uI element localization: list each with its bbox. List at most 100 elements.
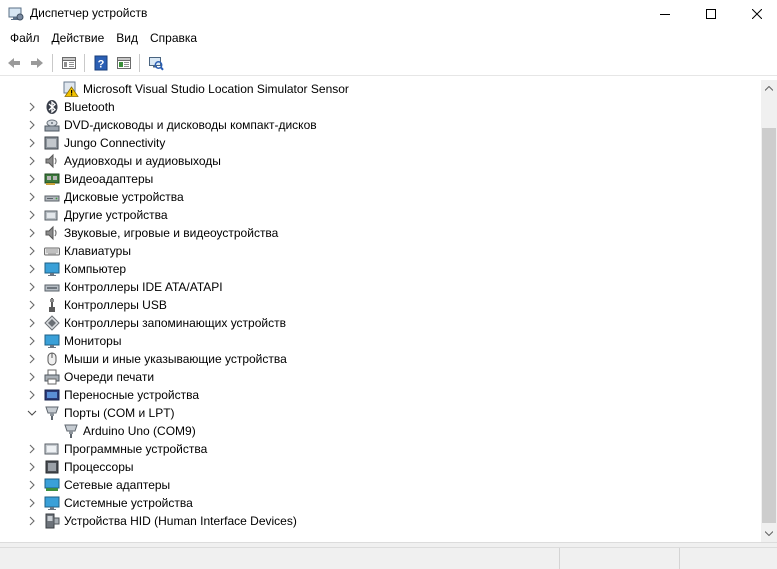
device-manager-icon (8, 6, 24, 22)
tree-category[interactable]: DVD-дисководы и дисководы компакт-дисков (0, 116, 761, 134)
hid-icon (44, 513, 60, 529)
back-button[interactable] (2, 52, 25, 74)
tree-category[interactable]: Звуковые, игровые и видеоустройства (0, 224, 761, 242)
tree-category[interactable]: Контроллеры запоминающих устройств (0, 314, 761, 332)
tree-category[interactable]: Устройства HID (Human Interface Devices) (0, 512, 761, 530)
tree-item-label: Bluetooth (64, 100, 115, 114)
tree-item-label: Microsoft Visual Studio Location Simulat… (83, 82, 349, 96)
device-tree: Microsoft Visual Studio Location Simulat… (0, 80, 761, 542)
chevron-right-icon (29, 498, 35, 508)
chevron-right-icon (29, 228, 35, 238)
expand-toggle[interactable] (26, 116, 38, 134)
update-driver-button[interactable] (112, 52, 135, 74)
tree-item-label: Jungo Connectivity (64, 136, 166, 150)
tree-item-label: Системные устройства (64, 496, 193, 510)
expand-toggle[interactable] (26, 440, 38, 458)
chevron-right-icon (29, 480, 35, 490)
expand-toggle[interactable] (26, 314, 38, 332)
expand-toggle[interactable] (26, 188, 38, 206)
expand-toggle[interactable] (26, 170, 38, 188)
minimize-button[interactable] (642, 0, 688, 28)
expand-toggle[interactable] (26, 494, 38, 512)
expand-toggle[interactable] (26, 134, 38, 152)
menu-view[interactable]: Вид (110, 28, 144, 49)
forward-button[interactable] (25, 52, 48, 74)
tree-category[interactable]: Компьютер (0, 260, 761, 278)
expand-toggle[interactable] (26, 206, 38, 224)
usb-icon (44, 297, 60, 313)
tree-category[interactable]: Клавиатуры (0, 242, 761, 260)
tree-category[interactable]: Переносные устройства (0, 386, 761, 404)
expand-toggle[interactable] (26, 458, 38, 476)
expand-toggle[interactable] (26, 386, 38, 404)
tree-category[interactable]: Очереди печати (0, 368, 761, 386)
expand-toggle[interactable] (26, 152, 38, 170)
expand-toggle[interactable] (26, 278, 38, 296)
menu-action[interactable]: Действие (46, 28, 111, 49)
tree-category[interactable]: Порты (COM и LPT) (0, 404, 761, 422)
chevron-right-icon (29, 516, 35, 526)
tree-category[interactable]: Мыши и иные указывающие устройства (0, 350, 761, 368)
chevron-right-icon (29, 444, 35, 454)
scroll-up-button[interactable] (761, 80, 777, 97)
maximize-button[interactable] (688, 0, 734, 28)
maximize-icon (706, 9, 716, 19)
expand-toggle[interactable] (26, 260, 38, 278)
tree-device[interactable]: Microsoft Visual Studio Location Simulat… (0, 80, 761, 98)
help-button[interactable]: ? (89, 52, 112, 74)
tree-category[interactable]: Контроллеры IDE ATA/ATAPI (0, 278, 761, 296)
tree-item-label: Порты (COM и LPT) (64, 406, 175, 420)
tree-category[interactable]: Мониторы (0, 332, 761, 350)
toolbar-separator (84, 53, 85, 72)
expand-toggle[interactable] (26, 332, 38, 350)
expand-toggle[interactable] (26, 476, 38, 494)
collapse-toggle[interactable] (26, 404, 38, 422)
expand-toggle[interactable] (26, 224, 38, 242)
tree-category[interactable]: Видеоадаптеры (0, 170, 761, 188)
tree-item-label: Другие устройства (64, 208, 168, 222)
tree-category[interactable]: Другие устройства (0, 206, 761, 224)
tree-category[interactable]: Jungo Connectivity (0, 134, 761, 152)
menu-help[interactable]: Справка (144, 28, 203, 49)
tree-category[interactable]: Сетевые адаптеры (0, 476, 761, 494)
scroll-thumb[interactable] (762, 128, 776, 523)
tree-item-label: Видеоадаптеры (64, 172, 154, 186)
menu-file[interactable]: Файл (4, 28, 46, 49)
keyboard-icon (44, 243, 60, 259)
tree-item-label: Компьютер (64, 262, 127, 276)
computer-icon (44, 261, 60, 277)
tree-category[interactable]: Системные устройства (0, 494, 761, 512)
close-button[interactable] (734, 0, 777, 28)
expand-toggle[interactable] (26, 296, 38, 314)
vertical-scrollbar[interactable] (761, 80, 777, 542)
scan-hardware-button[interactable] (144, 52, 167, 74)
processor-icon (44, 459, 60, 475)
tree-device[interactable]: Arduino Uno (COM9) (0, 422, 761, 440)
tree-category[interactable]: Программные устройства (0, 440, 761, 458)
expand-toggle[interactable] (26, 368, 38, 386)
chevron-right-icon (29, 156, 35, 166)
portable-device-icon (44, 387, 60, 403)
software-device-icon (44, 441, 60, 457)
tree-category[interactable]: Процессоры (0, 458, 761, 476)
scroll-down-button[interactable] (761, 525, 777, 542)
chevron-right-icon (29, 372, 35, 382)
tree-item-label: Arduino Uno (COM9) (83, 424, 196, 438)
tree-category[interactable]: Bluetooth (0, 98, 761, 116)
dvd-drive-icon (44, 117, 60, 133)
minimize-icon (660, 14, 670, 15)
expand-toggle[interactable] (26, 98, 38, 116)
chevron-right-icon (29, 462, 35, 472)
tree-category[interactable]: Дисковые устройства (0, 188, 761, 206)
expand-toggle[interactable] (26, 350, 38, 368)
monitor-icon (44, 333, 60, 349)
chevron-down-icon (27, 410, 37, 416)
tree-item-label: DVD-дисководы и дисководы компакт-дисков (64, 118, 317, 132)
expand-toggle[interactable] (26, 242, 38, 260)
expand-toggle[interactable] (26, 512, 38, 530)
tree-category[interactable]: Контроллеры USB (0, 296, 761, 314)
properties-button[interactable] (57, 52, 80, 74)
tree-category[interactable]: Аудиовходы и аудиовыходы (0, 152, 761, 170)
tree-item-label: Сетевые адаптеры (64, 478, 171, 492)
chevron-up-icon (765, 86, 773, 91)
